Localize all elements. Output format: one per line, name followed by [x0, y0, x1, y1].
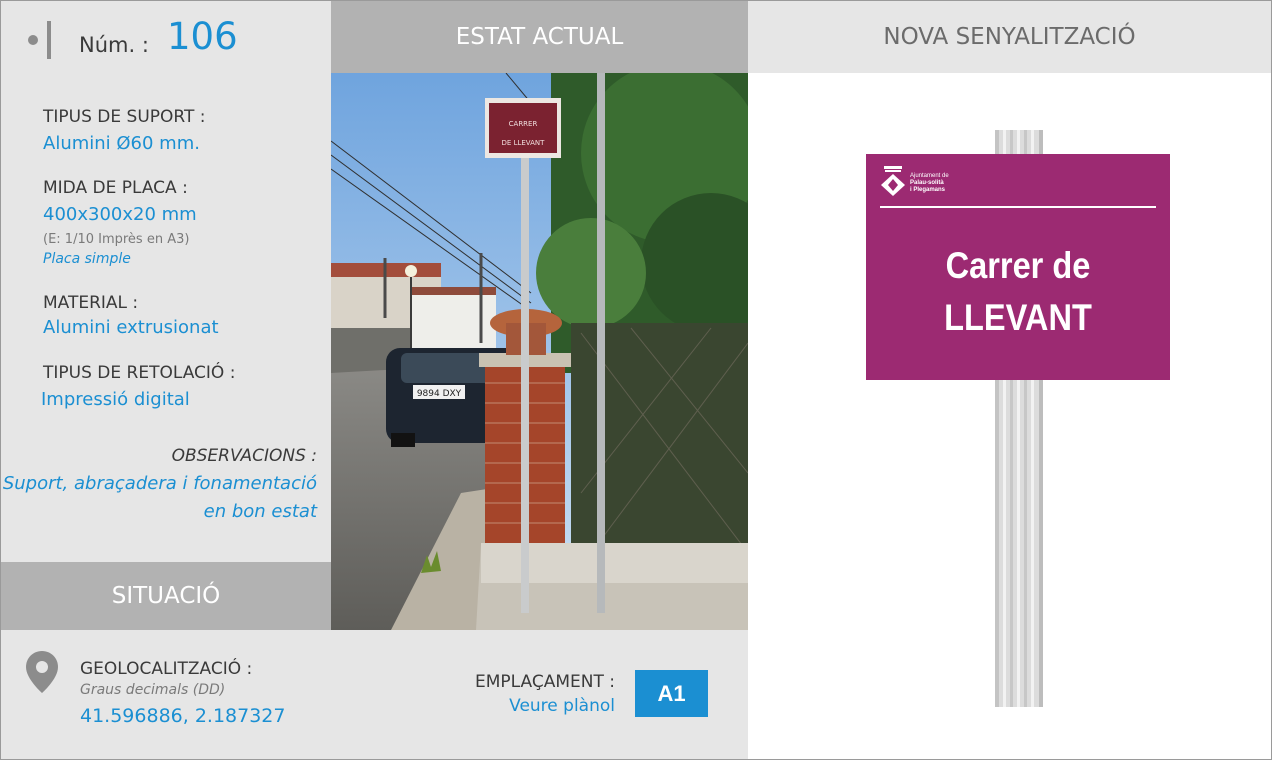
- material-value: Alumini extrusionat: [43, 317, 219, 338]
- emplacament-code: A1: [657, 680, 686, 706]
- suport-value: Alumini Ø60 mm.: [43, 133, 200, 154]
- situacio-header: SITUACIÓ: [1, 562, 331, 630]
- suport-label: TIPUS DE SUPORT :: [43, 107, 206, 127]
- old-sign-line1: CARRER: [509, 120, 538, 128]
- retolacio-label: TIPUS DE RETOLACIÓ :: [43, 363, 236, 383]
- number-label: Núm. :: [79, 33, 149, 57]
- estat-actual-title: ESTAT ACTUAL: [455, 24, 624, 50]
- ajuntament-name: Ajuntament de Palau-solità i Plegamans: [910, 173, 949, 194]
- nova-senyalitzacio-title: NOVA SENYALITZACIÓ: [883, 24, 1136, 50]
- org-line1: Ajuntament de: [910, 173, 949, 179]
- nova-senyalitzacio-panel: Ajuntament de Palau-solità i Plegamans C…: [748, 73, 1271, 759]
- mida-value: 400x300x20 mm: [43, 204, 197, 225]
- bullet-icon: [28, 35, 38, 45]
- header-number-cell: Núm. : 106: [1, 1, 331, 73]
- ajuntament-logo-icon: [881, 166, 905, 196]
- current-state-photo: 9894 DXY CARRER DE LLEVANT: [331, 73, 748, 630]
- old-sign-line2: DE LLEVANT: [502, 139, 546, 147]
- location-panel: GEOLOCALITZACIÓ : Graus decimals (DD) 41…: [1, 630, 748, 759]
- emplacament-code-badge: A1: [635, 670, 708, 717]
- nova-senyalitzacio-header: NOVA SENYALITZACIÓ: [748, 1, 1271, 73]
- observacions-value: Suport, abraçadera i fonamentació en bon…: [2, 473, 317, 522]
- mida-type: Placa simple: [43, 251, 131, 267]
- geolocalitzacio-format: Graus decimals (DD): [80, 682, 226, 698]
- number-value: 106: [167, 15, 238, 58]
- sign-street-name: Carrer de LLEVANT: [884, 240, 1152, 344]
- material-label: MATERIAL :: [43, 293, 139, 313]
- geolocalitzacio-value: 41.596886, 2.187327: [80, 705, 286, 727]
- mida-label: MIDA DE PLACA :: [43, 178, 188, 198]
- situacio-title: SITUACIÓ: [111, 583, 221, 609]
- car-plate-text: 9894 DXY: [417, 389, 462, 399]
- sign-text-line2: LLEVANT: [944, 297, 1092, 338]
- map-pin-icon: [26, 651, 58, 693]
- observacions-label: OBSERVACIONS :: [171, 446, 317, 466]
- new-sign-plate: Ajuntament de Palau-solità i Plegamans C…: [866, 154, 1170, 380]
- retolacio-value: Impressió digital: [41, 389, 190, 410]
- divider-bar-icon: [47, 21, 51, 59]
- emplacament-link[interactable]: Veure plànol: [509, 696, 615, 716]
- org-line3: i Plegamans: [910, 187, 946, 193]
- emplacament-label: EMPLAÇAMENT :: [475, 672, 615, 692]
- sign-divider: [880, 206, 1156, 208]
- sign-text-line1: Carrer de: [945, 245, 1091, 286]
- info-panel: TIPUS DE SUPORT : Alumini Ø60 mm. MIDA D…: [1, 73, 331, 562]
- estat-actual-header: ESTAT ACTUAL: [331, 1, 748, 73]
- street-scene-image: 9894 DXY CARRER DE LLEVANT: [331, 73, 748, 630]
- org-line2: Palau-solità: [910, 180, 944, 186]
- mida-scale: (E: 1/10 Imprès en A3): [43, 232, 190, 247]
- geolocalitzacio-label: GEOLOCALITZACIÓ :: [80, 659, 253, 679]
